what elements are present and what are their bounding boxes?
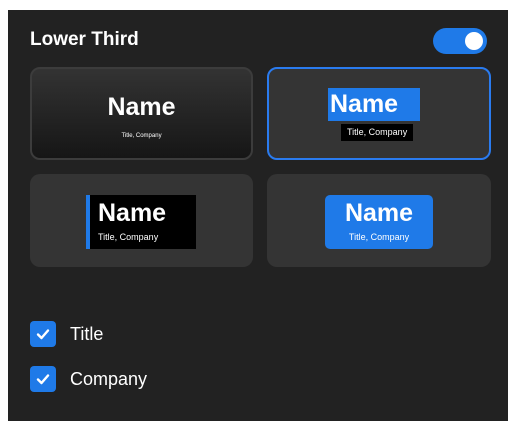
style-1-name: Name [107, 93, 176, 121]
title-checkbox[interactable] [30, 321, 56, 347]
style-1-subtitle: Title, Company [121, 133, 162, 139]
style-2-subtitle: Title, Company [341, 124, 414, 141]
style-3-subtitle: Title, Company [98, 232, 159, 242]
check-icon [36, 329, 50, 340]
check-icon [36, 374, 50, 385]
style-card-4[interactable]: Name Title, Company [267, 174, 491, 267]
style-3-accent-bar [86, 195, 90, 249]
style-card-3[interactable]: Name Title, Company [30, 174, 253, 267]
style-card-1[interactable]: Name Title, Company [30, 67, 253, 160]
section-title: Lower Third [30, 29, 139, 50]
style-4-subtitle: Title, Company [348, 232, 410, 242]
company-checkbox-label: Company [70, 368, 148, 389]
toggle-knob [465, 32, 483, 50]
title-checkbox-label: Title [70, 323, 104, 344]
style-3-name: Name [98, 199, 167, 227]
title-option[interactable]: Title [30, 321, 103, 347]
style-4-name: Name [344, 199, 414, 227]
style-2-name: Name [328, 88, 421, 121]
style-4-box: Name Title, Company [325, 195, 433, 249]
style-3-box: Name Title, Company [86, 195, 196, 249]
company-checkbox[interactable] [30, 366, 56, 392]
lower-third-toggle[interactable] [433, 28, 487, 54]
style-card-2-selected[interactable]: Name Title, Company [267, 67, 491, 160]
company-option[interactable]: Company [30, 366, 147, 392]
lower-third-panel: Lower Third Name Title, Company Name Tit… [8, 10, 508, 421]
